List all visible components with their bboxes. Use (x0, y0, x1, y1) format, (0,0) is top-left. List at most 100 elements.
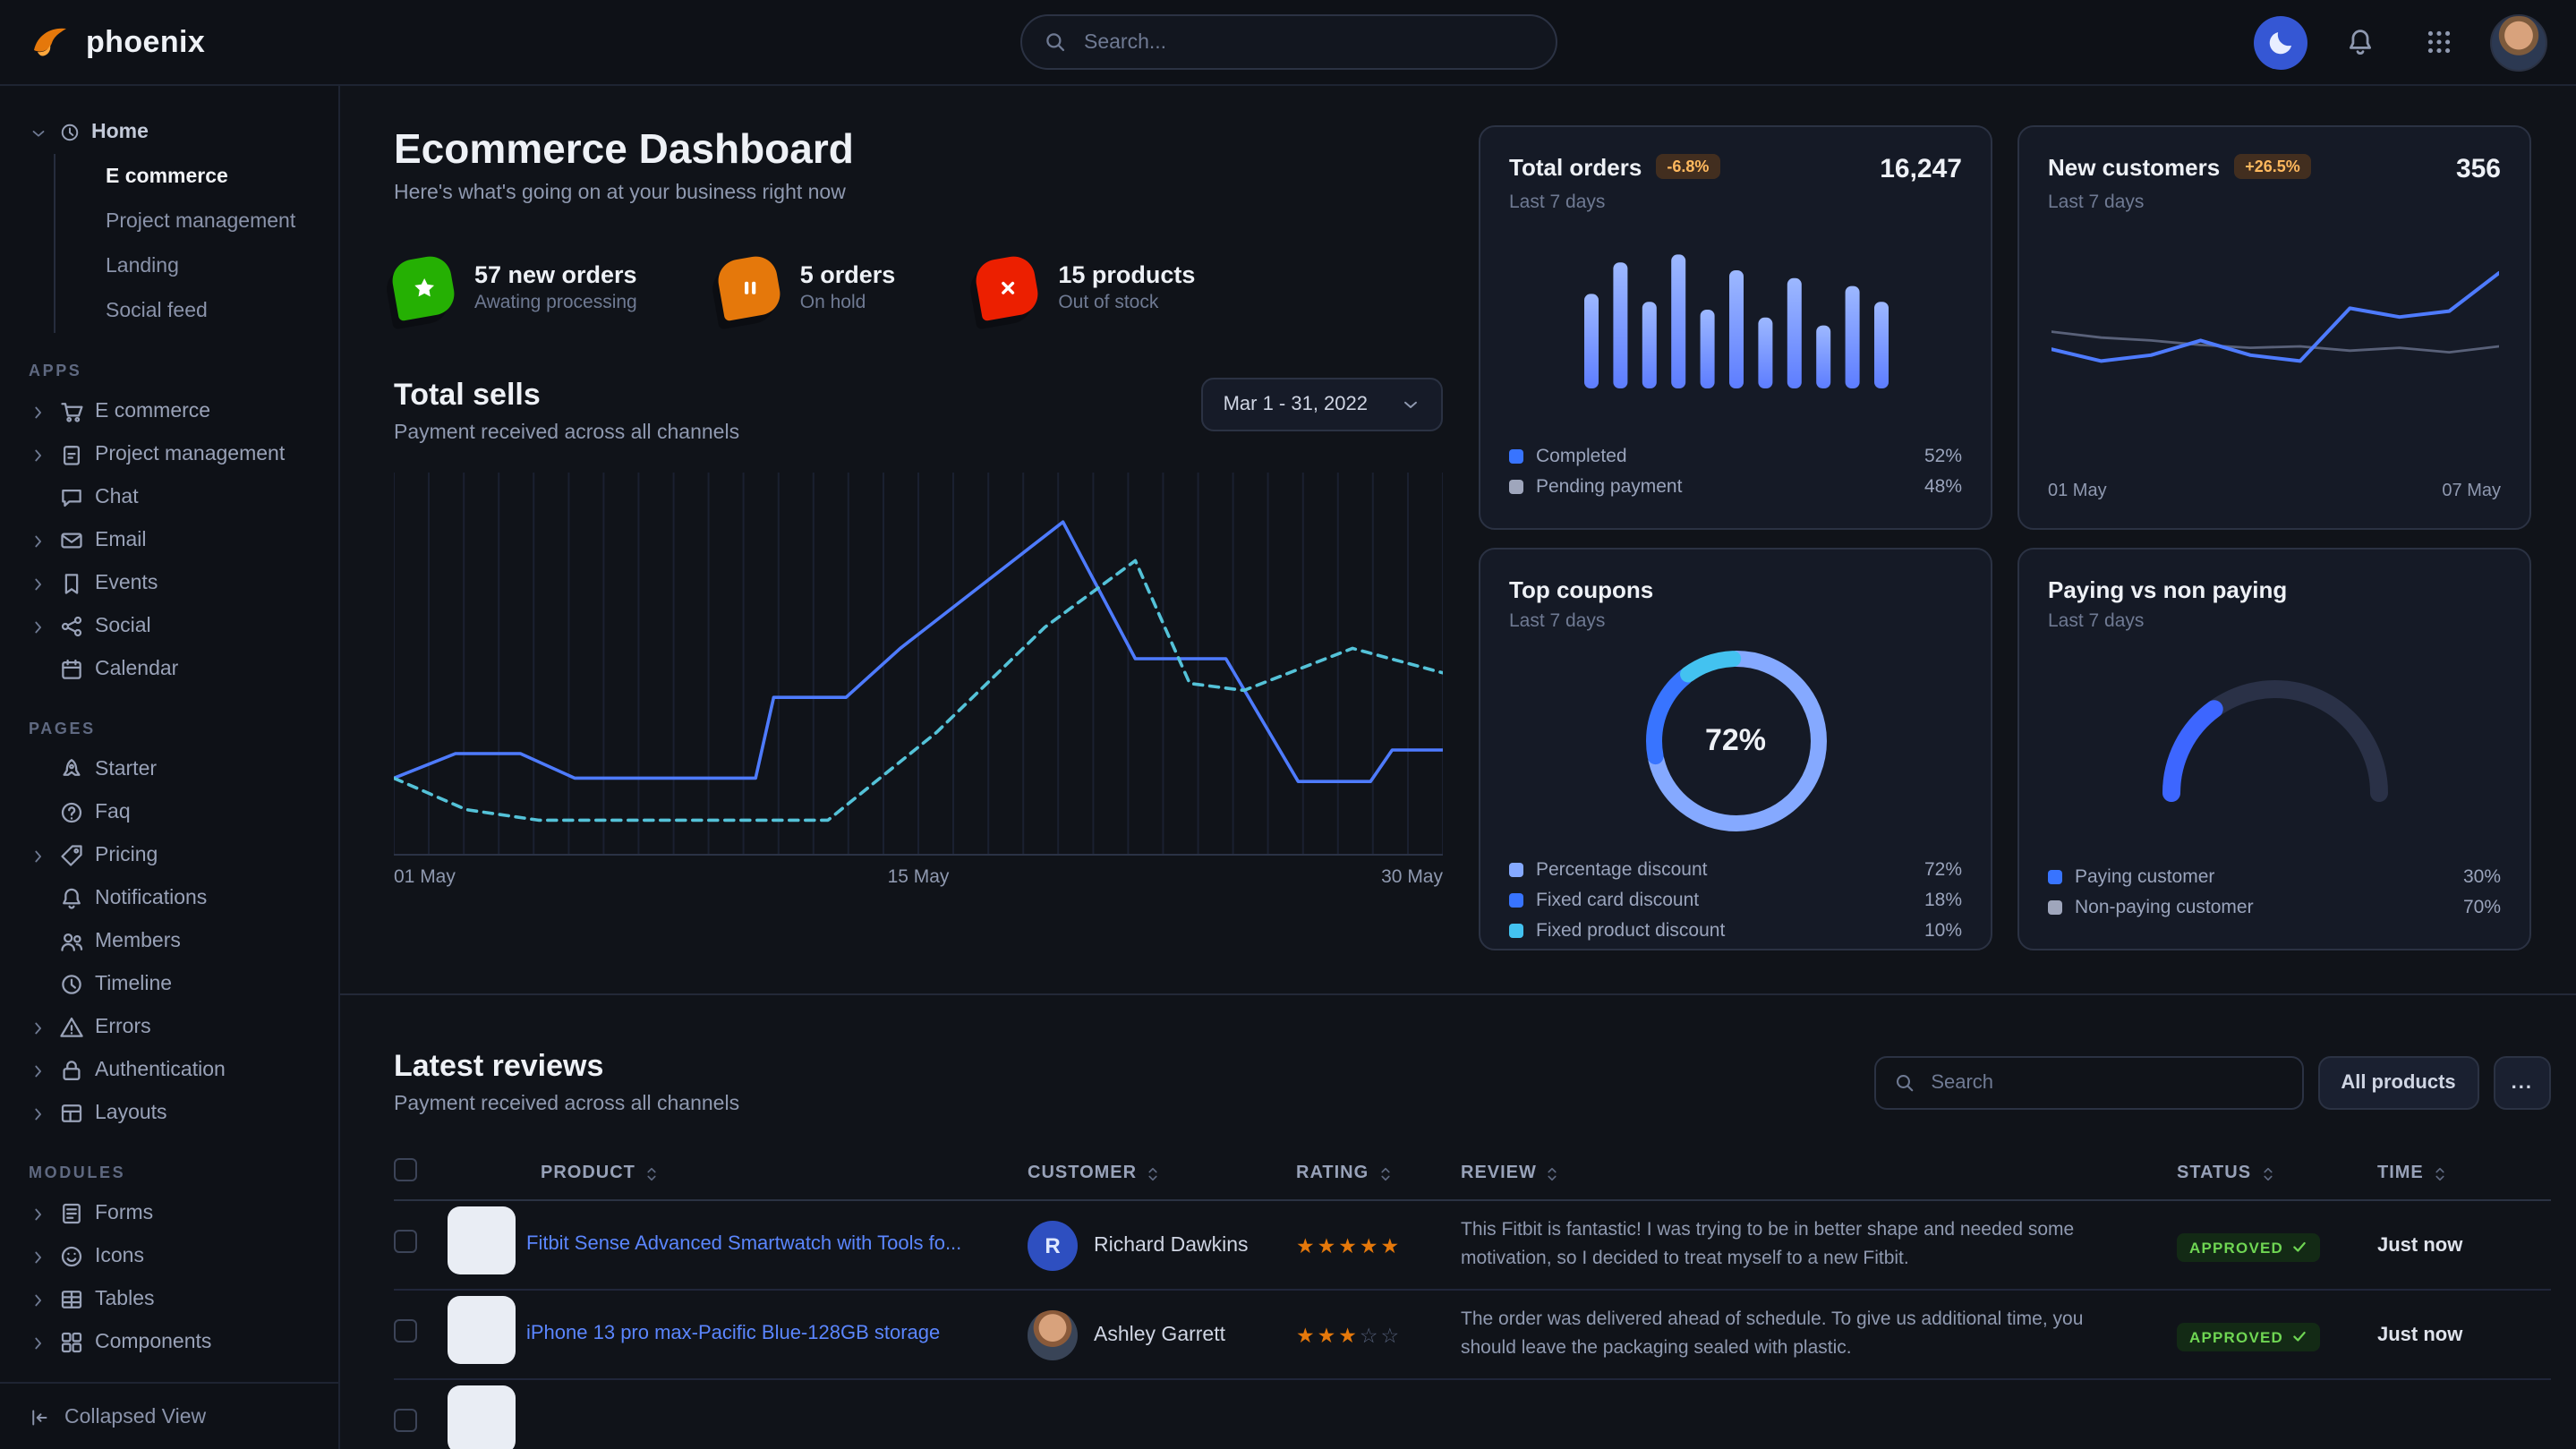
legend-value: 30% (2463, 865, 2501, 887)
column-header-customer[interactable]: CUSTOMER (1028, 1163, 1296, 1183)
chevron-right-icon (29, 1247, 48, 1266)
sidebar-item-label: Forms (95, 1203, 153, 1224)
total-sells-title: Total sells (394, 378, 739, 413)
sidebar-item[interactable]: Icons (0, 1235, 338, 1278)
sidebar-item[interactable]: Errors (0, 1006, 338, 1049)
chevron-right-icon (29, 1018, 48, 1037)
date-range-select[interactable]: Mar 1 - 31, 2022 (1202, 378, 1443, 431)
product-link[interactable]: Fitbit Sense Advanced Smartwatch with To… (526, 1232, 1028, 1259)
card-top-coupons: Top coupons Last 7 days 72% (1479, 548, 1992, 950)
theme-toggle-button[interactable] (2254, 15, 2307, 69)
sidebar-item-icon (59, 800, 84, 825)
notifications-button[interactable] (2333, 15, 2386, 69)
sidebar-subitem[interactable]: E commerce (55, 154, 338, 199)
sidebar-item-label: Project management (95, 444, 285, 465)
more-options-button[interactable]: ... (2494, 1055, 2551, 1109)
all-products-button[interactable]: All products (2317, 1055, 2478, 1109)
sidebar-item-icon (59, 1015, 84, 1040)
review-time: Just now (2377, 1324, 2503, 1345)
sidebar-item[interactable]: Authentication (0, 1049, 338, 1092)
legend-value: 10% (1924, 919, 1962, 941)
sidebar-item-home[interactable]: Home (0, 111, 338, 154)
sidebar-item[interactable]: Components (0, 1321, 338, 1364)
search-input[interactable] (1080, 30, 1533, 55)
stat-value: 57 new orders (474, 261, 637, 288)
sort-icon[interactable] (2258, 1164, 2276, 1182)
customer-name: Ashley Garrett (1094, 1324, 1225, 1345)
sidebar-section-title-modules: MODULES (0, 1135, 338, 1192)
sidebar-item[interactable]: Events (0, 562, 338, 605)
review-text: The order was delivered ahead of schedul… (1461, 1307, 2177, 1363)
sidebar-item-icon (59, 528, 84, 553)
sidebar-subitem[interactable]: Social feed (55, 288, 338, 333)
chevron-right-icon (29, 846, 48, 865)
sidebar-item-label: Timeline (95, 974, 172, 995)
sidebar-item-label: Tables (95, 1289, 155, 1310)
review-text: This Fitbit is fantastic! I was trying t… (1461, 1217, 2177, 1274)
product-link[interactable]: iPhone 13 pro max-Pacific Blue-128GB sto… (526, 1321, 1028, 1349)
sidebar-item-icon (59, 1330, 84, 1355)
apps-grid-button[interactable] (2411, 15, 2465, 69)
legend-value: 18% (1924, 889, 1962, 910)
sidebar-item[interactable]: Notifications (0, 877, 338, 920)
trend-badge: +26.5% (2234, 154, 2311, 179)
stat-caption: Out of stock (1058, 292, 1195, 313)
sidebar-item[interactable]: Project management (0, 433, 338, 476)
user-avatar[interactable] (2490, 13, 2547, 71)
sidebar-item[interactable]: Members (0, 920, 338, 963)
card-title: Top coupons (1509, 576, 1653, 603)
row-checkbox[interactable] (394, 1229, 417, 1252)
sidebar-item-icon (59, 1287, 84, 1312)
sort-icon[interactable] (643, 1164, 661, 1182)
sidebar-item[interactable]: Tables (0, 1278, 338, 1321)
collapse-sidebar-button[interactable]: Collapsed View (0, 1382, 338, 1449)
reviews-search-input[interactable] (1927, 1070, 2283, 1095)
x-label-mid: 15 May (888, 866, 950, 888)
product-thumbnail[interactable] (448, 1206, 516, 1274)
sidebar-item[interactable]: Timeline (0, 963, 338, 1006)
chevron-right-icon (29, 574, 48, 593)
brand-logo[interactable]: phoenix (29, 21, 205, 64)
sidebar-item[interactable]: E commerce (0, 390, 338, 433)
global-search[interactable] (1019, 14, 1557, 70)
sidebar-item[interactable]: Faq (0, 791, 338, 834)
sidebar-item[interactable]: Forms (0, 1192, 338, 1235)
column-header-review[interactable]: REVIEW (1461, 1163, 2177, 1183)
sort-icon[interactable] (2431, 1164, 2449, 1182)
sidebar-section-modules: Forms Icons Tables (0, 1192, 338, 1364)
sidebar-item[interactable]: Calendar (0, 648, 338, 691)
chevron-down-icon (1400, 394, 1421, 415)
sort-icon[interactable] (1144, 1164, 1162, 1182)
sidebar-item[interactable]: Chat (0, 476, 338, 519)
sidebar-subitem[interactable]: Landing (55, 243, 338, 288)
row-checkbox[interactable] (394, 1408, 417, 1431)
legend-color (2048, 899, 2062, 914)
sidebar-subitem[interactable]: Project management (55, 199, 338, 243)
sidebar-item[interactable]: Email (0, 519, 338, 562)
legend-label: Fixed product discount (1536, 919, 1725, 941)
legend-row: Non-paying customer 70% (2048, 891, 2501, 922)
reviews-search[interactable] (1873, 1055, 2303, 1109)
column-header-rating[interactable]: RATING (1296, 1163, 1461, 1183)
sidebar-item-icon (59, 972, 84, 997)
chevron-down-icon (29, 123, 48, 142)
row-checkbox[interactable] (394, 1318, 417, 1342)
date-range-value: Mar 1 - 31, 2022 (1224, 394, 1368, 415)
sidebar-item[interactable]: Social (0, 605, 338, 648)
product-thumbnail[interactable] (448, 1296, 516, 1364)
legend-color (1509, 923, 1523, 937)
column-header-time[interactable]: TIME (2377, 1163, 2503, 1183)
sort-icon[interactable] (1376, 1164, 1394, 1182)
sidebar-item[interactable]: Starter (0, 748, 338, 791)
product-thumbnail[interactable] (448, 1385, 516, 1449)
column-header-status[interactable]: STATUS (2177, 1163, 2377, 1183)
sort-icon[interactable] (1544, 1164, 1562, 1182)
select-all-checkbox[interactable] (394, 1157, 417, 1181)
legend-row: Fixed card discount 18% (1509, 884, 1962, 915)
x-label-end: 07 May (2442, 482, 2501, 501)
column-header-product[interactable]: PRODUCT (448, 1163, 1028, 1183)
x-label-start: 01 May (394, 866, 456, 888)
sidebar-item[interactable]: Layouts (0, 1092, 338, 1135)
sidebar-item[interactable]: Pricing (0, 834, 338, 877)
new-customers-x-axis: 01 May 07 May (2048, 482, 2501, 501)
